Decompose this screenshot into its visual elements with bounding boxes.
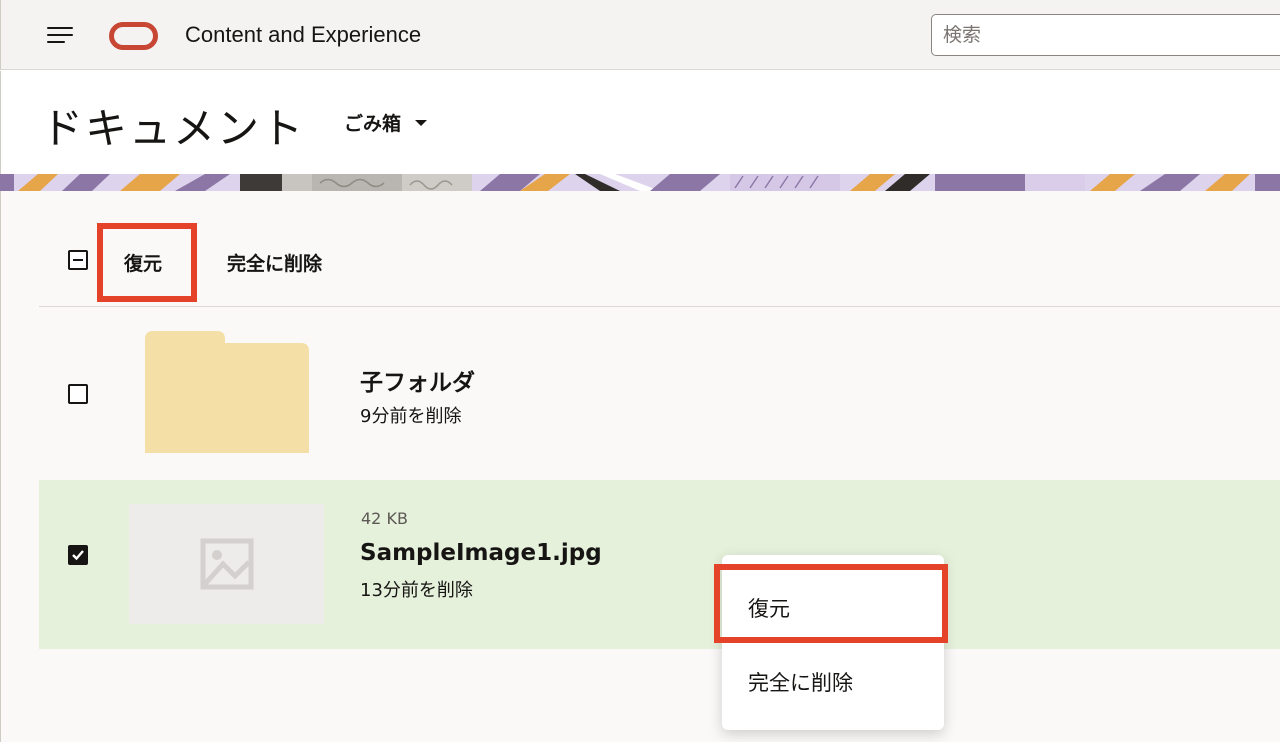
action-toolbar: 復元 完全に削除 [39,191,1280,307]
image-thumbnail [129,504,324,624]
row-checkbox-checked[interactable] [68,545,88,565]
annotation-highlight-menu-restore [714,564,948,643]
checkmark-icon [72,550,84,561]
list-item-folder[interactable]: 子フォルダ 9分前を削除 [39,307,1280,480]
delete-permanently-button[interactable]: 完全に削除 [227,249,322,276]
image-placeholder-icon [200,538,254,590]
item-name[interactable]: SampleImage1.jpg [360,540,602,566]
list-item-file[interactable]: 42 KB SampleImage1.jpg 13分前を削除 [39,480,1280,649]
app-header: Content and Experience [0,0,1280,70]
decorative-banner [0,174,1280,191]
page-header: ドキュメント ごみ箱 [0,71,1280,174]
banner-pattern [0,174,1280,191]
item-name[interactable]: 子フォルダ [360,363,475,397]
select-all-checkbox[interactable] [68,250,88,270]
menu-item-delete-permanently[interactable]: 完全に削除 [748,667,853,697]
chevron-down-icon [415,119,428,126]
hamburger-icon[interactable] [47,26,73,46]
oracle-logo[interactable] [109,22,158,50]
app-title: Content and Experience [185,22,422,47]
item-deleted-time: 13分前を削除 [360,580,473,601]
item-file-size: 42 KB [361,509,408,528]
search-input[interactable] [931,14,1280,56]
annotation-highlight-restore-button [97,223,197,302]
item-deleted-time: 9分前を削除 [360,406,462,427]
page-title: ドキュメント [41,104,306,153]
view-selector-label: ごみ箱 [344,113,402,135]
trash-content: 復元 完全に削除 子フォルダ 9分前を削除 42 KB SampleImage1… [0,191,1280,742]
row-checkbox[interactable] [68,384,88,404]
folder-icon [145,331,309,453]
view-selector-dropdown[interactable]: ごみ箱 [344,109,428,136]
